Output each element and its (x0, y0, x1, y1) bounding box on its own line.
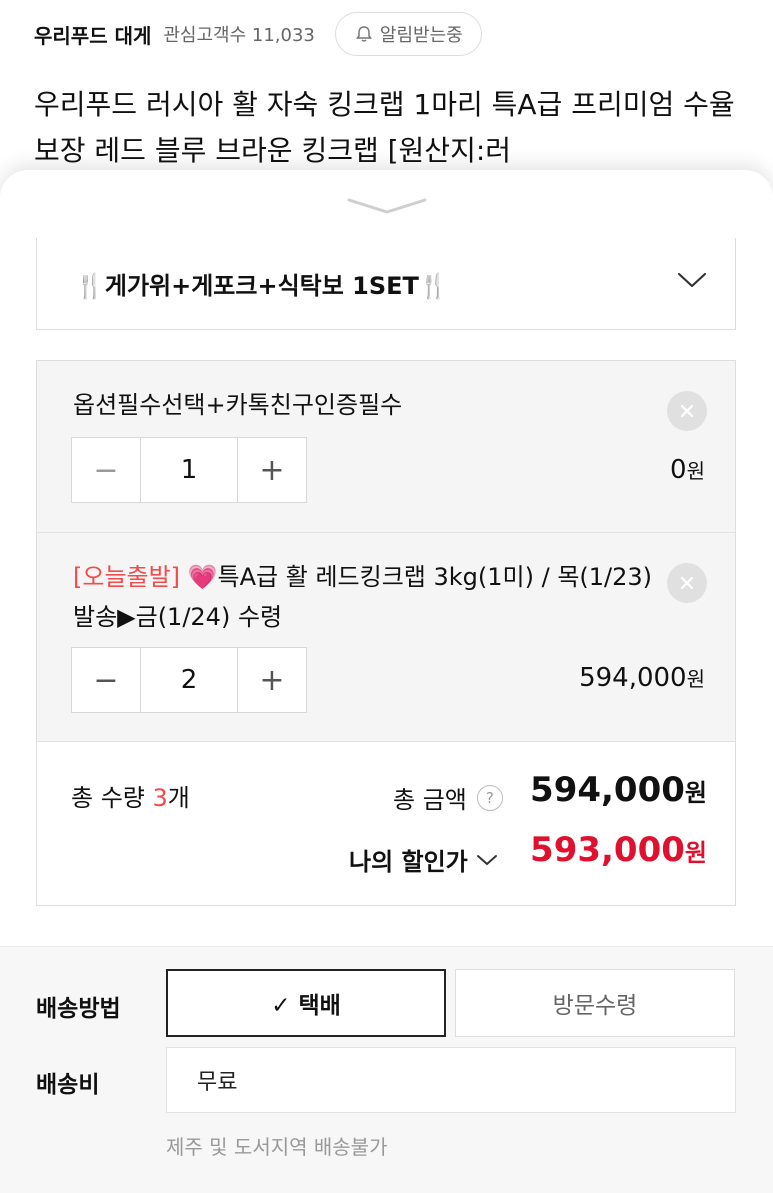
remove-option-button[interactable] (667, 563, 707, 603)
option-title: 옵션필수선택+카톡친구인증필수 (73, 385, 653, 425)
sheet-collapse-handle[interactable] (343, 190, 431, 220)
selected-options-list: 옵션필수선택+카톡친구인증필수 − 1 + 0원 [오늘출발] 💗특A급 활 레… (36, 360, 736, 906)
currency-unit: 원 (684, 779, 707, 807)
close-icon (680, 576, 694, 590)
delivery-fee-label: 배송비 (36, 1072, 100, 1098)
product-title: 우리푸드 러시아 활 자숙 킹크랩 1마리 특A급 프리미엄 수율보장 레드 블… (34, 88, 735, 167)
quantity-value[interactable]: 1 (140, 438, 238, 502)
store-info-row: 우리푸드 대게 관심고객수 11,033 알림받는중 (34, 12, 482, 56)
notify-label: 알림받는중 (379, 25, 463, 46)
total-quantity-unit: 개 (167, 784, 190, 812)
total-amount-label: 총 금액 (393, 786, 467, 814)
discount-amount-value: 593,000 (530, 830, 685, 870)
discount-amount: 593,000원 (530, 830, 707, 870)
total-quantity: 총 수량 3개 (71, 778, 190, 813)
product-page-header: 우리푸드 대게 관심고객수 11,033 알림받는중 우리푸드 러시아 활 자숙… (0, 0, 773, 190)
total-amount: 594,000원 (530, 770, 707, 810)
decrease-button[interactable]: − (72, 438, 140, 502)
total-quantity-label: 총 수량 (71, 784, 153, 812)
delivery-note: 제주 및 도서지역 배송불가 (166, 1135, 388, 1159)
currency-unit: 원 (686, 667, 705, 691)
selected-option-item: [오늘출발] 💗특A급 활 레드킹크랩 3kg(1미) / 목(1/23) 발송… (37, 533, 735, 741)
increase-button[interactable]: + (238, 438, 306, 502)
chevron-down-icon (476, 854, 497, 865)
increase-button[interactable]: + (238, 648, 306, 712)
option-price-value: 594,000 (579, 663, 687, 693)
gift-option-label: 🍴게가위+게포크+식탁보 1SET🍴 (75, 272, 449, 300)
currency-unit: 원 (684, 839, 707, 867)
quantity-stepper: − 2 + (71, 647, 307, 713)
option-tag: [오늘출발] (73, 563, 181, 591)
discount-price-toggle[interactable]: 나의 할인가 (349, 842, 498, 877)
help-icon[interactable]: ? (476, 784, 503, 811)
discount-label: 나의 할인가 (349, 848, 468, 876)
quantity-value[interactable]: 2 (140, 648, 238, 712)
followers-count: 관심고객수 11,033 (163, 25, 315, 46)
selected-option-item: 옵션필수선택+카톡친구인증필수 − 1 + 0원 (37, 361, 735, 533)
delivery-section: 배송방법 ✓ 택배 방문수령 배송비 무료 제주 및 도서지역 배송불가 (0, 946, 773, 1193)
total-quantity-value: 3 (152, 784, 168, 812)
delivery-method-parcel[interactable]: ✓ 택배 (166, 969, 446, 1037)
remove-option-button[interactable] (667, 391, 707, 431)
notify-button[interactable]: 알림받는중 (334, 12, 482, 56)
delivery-method-label: 배송방법 (36, 996, 121, 1022)
store-name[interactable]: 우리푸드 대게 (34, 20, 151, 49)
delivery-method-pickup[interactable]: 방문수령 (455, 969, 735, 1037)
total-amount-label-row: 총 금액 ? (393, 780, 503, 815)
option-title: [오늘출발] 💗특A급 활 레드킹크랩 3kg(1미) / 목(1/23) 발송… (73, 557, 653, 637)
order-summary: 총 수량 3개 총 금액 ? 594,000원 나의 할인가 593,000원 (37, 741, 735, 905)
decrease-button[interactable]: − (72, 648, 140, 712)
option-price: 594,000원 (579, 663, 705, 693)
option-bottom-sheet: 🍴게가위+게포크+식탁보 1SET🍴 옵션필수선택+카톡친구인증필수 − 1 +… (0, 170, 773, 1193)
delivery-fee-value: 무료 (166, 1047, 736, 1113)
quantity-stepper: − 1 + (71, 437, 307, 503)
currency-unit: 원 (686, 459, 705, 483)
total-amount-value: 594,000 (530, 770, 685, 810)
close-icon (680, 404, 694, 418)
bell-icon (355, 26, 372, 42)
gift-option-select[interactable]: 🍴게가위+게포크+식탁보 1SET🍴 (36, 238, 736, 330)
chevron-down-icon (347, 198, 427, 214)
option-price-value: 0 (670, 455, 687, 485)
option-price: 0원 (670, 455, 705, 485)
chevron-down-icon (677, 272, 707, 288)
option-name: 옵션필수선택+카톡친구인증필수 (73, 391, 403, 419)
